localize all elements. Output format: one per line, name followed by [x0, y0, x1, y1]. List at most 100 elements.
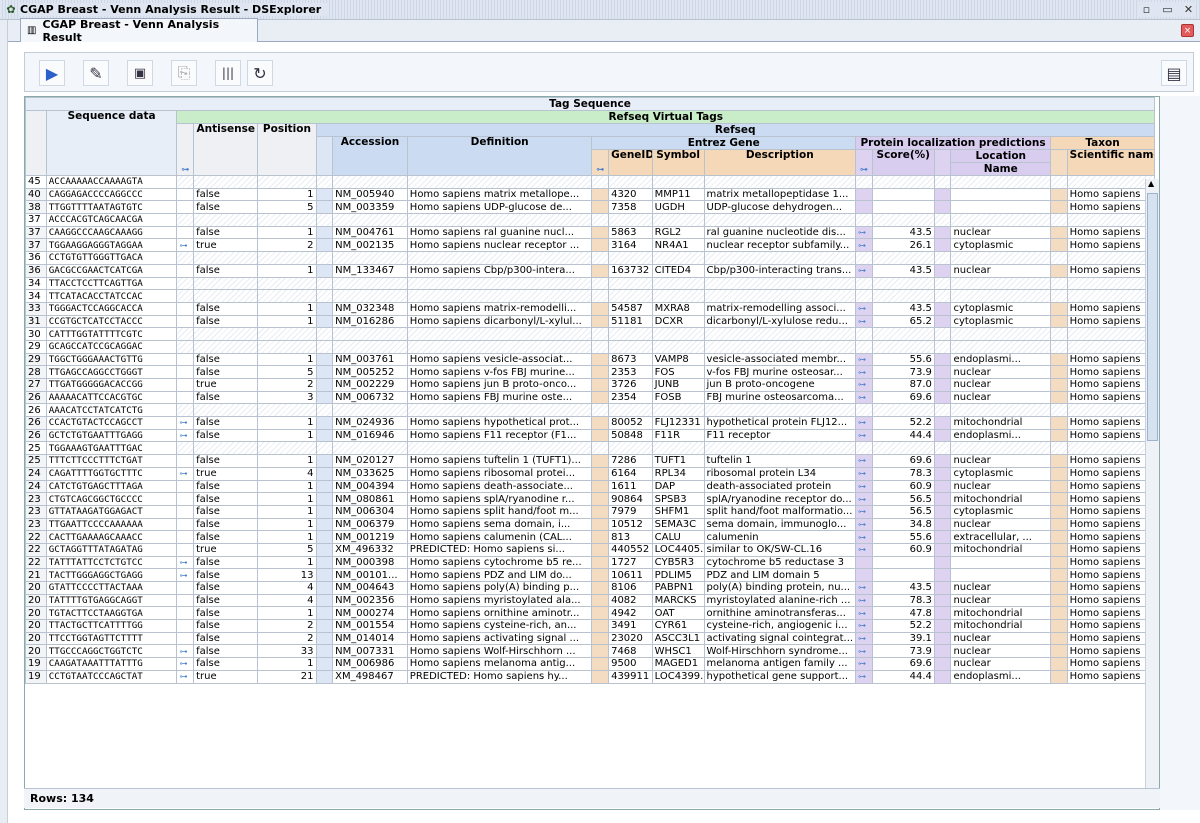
table-row[interactable]: 23 CTGTCAGCGGCTGCCCC false 1 NM_080861 Homo s…	[25, 492, 1156, 506]
table-row[interactable]: 22 TATTTATTCCTCTGTCC ⊶ false 1 NM_000398 Homo …	[25, 555, 1156, 570]
table-row[interactable]: 26 CCACTGTACTCCAGCCT ⊶ false 1 NM_024936 Homo …	[25, 416, 1156, 430]
header-taxon[interactable]: Taxon	[1050, 136, 1155, 150]
header-location-name[interactable]: Name	[950, 162, 1052, 176]
table-row[interactable]: 20 TTACTGCTTCATTTTGG false 2 NM_001554 Homo s…	[25, 619, 1156, 633]
tab-venn-analysis-result[interactable]: ▥ CGAP Breast - Venn Analysis Result	[20, 18, 258, 44]
table-row[interactable]: 37 TGGAAGGAGGGTAGGAA ⊶ true 2 NM_002135 Homo s…	[25, 238, 1156, 253]
table-row[interactable]: 37 CAAGGCCCAAGCAAAGG false 1 NM_004761 Homo s…	[25, 225, 1156, 240]
cell-accession-gutter	[315, 263, 334, 278]
table-row[interactable]: 26 AAACATCCTATCATCTG	[25, 403, 1156, 418]
table-row[interactable]: 25 TTTCTTCCCTTTCTGAT false 1 NM_020127 Homo s…	[25, 454, 1156, 468]
cell-antisense-key: ⊶	[176, 644, 195, 659]
copy-button[interactable]: ⎘	[171, 60, 197, 86]
cell-location	[950, 555, 1052, 570]
table-row[interactable]: 24 CATCTGTGAGCTTTAGA false 1 NM_004394 Homo s…	[25, 479, 1156, 494]
cell-scientific-name: Homo sapiens	[1066, 365, 1156, 379]
header-geneid[interactable]: GeneID	[608, 149, 653, 176]
copy-icon: ⎘	[177, 63, 191, 82]
save-button[interactable]: ▣	[127, 60, 153, 86]
cell-accession	[332, 251, 408, 265]
table-row[interactable]: 19 CAAGATAAATTTATTTG ⊶ false 1 NM_006986 Homo …	[25, 657, 1156, 671]
header-refseq[interactable]: Refseq	[315, 123, 1155, 137]
header-refseq-virtual-tags[interactable]: Refseq Virtual Tags	[176, 110, 1155, 124]
table-row[interactable]: 20 TATTTTGTGAGGCAGGT false 4 NM_002356 Homo s…	[25, 593, 1156, 608]
panel-button[interactable]: ▤	[1161, 60, 1187, 86]
table-row[interactable]: 20 GTATTCCCCTTACTAAA false 4 NM_004643 Homo s…	[25, 581, 1156, 595]
cell-definition	[406, 213, 593, 227]
scroll-up-icon[interactable]: ▲	[1148, 179, 1154, 188]
cell-gene-gutter	[591, 454, 610, 468]
table-row[interactable]: 25 TGGAAAGTGAATTTGAC	[25, 441, 1156, 456]
cell-sequence: CAAGATAAATTTATTTG	[45, 657, 178, 671]
table-row[interactable]: 29 GCAGCCATCCGCAGGAC	[25, 339, 1156, 354]
table-row[interactable]: 24 CAGATTTTGGTGCTTTC ⊶ true 4 NM_033625 Homo s…	[25, 466, 1156, 481]
table-row[interactable]: 20 TTCCTGGTAGTTCTTTT false 2 NM_014014 Homo s…	[25, 631, 1156, 646]
cell-geneid: 1611	[608, 479, 653, 494]
cell-geneid	[608, 276, 653, 291]
table-row[interactable]: 34 TTACCTCCTTCAGTTGA	[25, 276, 1156, 291]
edit-button[interactable]: ✎	[83, 60, 109, 86]
cell-scientific-name	[1066, 213, 1156, 227]
header-scientific-name[interactable]: Scientific name	[1066, 149, 1156, 176]
cell-description: dicarbonyl/L-xylulose redu...	[703, 314, 857, 329]
table-row[interactable]: 40 CAGGAGACCCCAGGCCC false 1 NM_005940 Homo s…	[25, 187, 1156, 202]
cell-taxon-gutter	[1050, 416, 1068, 430]
header-description[interactable]: Description	[703, 149, 857, 176]
vertical-scrollbar[interactable]: ▲ ▼	[1145, 179, 1159, 797]
table-row[interactable]: 45 ACCAAAAACCAAAAGTA	[25, 175, 1156, 189]
run-button[interactable]: ▶	[39, 60, 65, 86]
header-entrez-gene[interactable]: Entrez Gene	[591, 136, 857, 150]
cell-accession-gutter	[315, 238, 334, 253]
cell-score: 44.4	[871, 428, 935, 443]
cell-position	[257, 403, 317, 418]
close-icon[interactable]: ✕	[1181, 2, 1196, 17]
header-position[interactable]: Position	[257, 123, 317, 176]
table-row[interactable]: 36 GACGCCGAACTCATCGA false 1 NM_133467 Homo s…	[25, 263, 1156, 278]
minimize-icon[interactable]: ▫	[1139, 2, 1154, 17]
cell-accession: NM_002229	[332, 378, 408, 392]
header-definition[interactable]: Definition	[406, 136, 593, 176]
scrollbar-thumb[interactable]	[1147, 193, 1158, 441]
table-row[interactable]: 23 TTGAATTCCCCAAAAAA false 1 NM_006379 Homo s…	[25, 517, 1156, 532]
header-protein-localization[interactable]: Protein localization predictions	[855, 136, 1052, 150]
table-row[interactable]: 29 TGGCTGGGAAACTGTTG false 1 NM_003761 Homo s…	[25, 352, 1156, 367]
key-icon: ⊶	[858, 583, 867, 593]
cell-taxon-gutter	[1050, 428, 1068, 443]
cell-geneid: 7468	[608, 644, 653, 659]
refresh-button[interactable]: ↻	[247, 60, 273, 86]
table-row[interactable]: 22 GCTAGGTTTATAGATAG true 5 XM_496332 PREDICT…	[25, 542, 1156, 557]
table-row[interactable]: 38 TTGGTTTTAATAGTGTC false 5 NM_003359 Homo s…	[25, 200, 1156, 215]
cell-scientific-name	[1066, 403, 1156, 418]
header-symbol[interactable]: Symbol	[651, 149, 705, 176]
table-row[interactable]: 34 TTCATACACCTATCCAC	[25, 289, 1156, 303]
table-row[interactable]: 20 TTGCCCAGGCTGGTCTC ⊶ false 33 NM_007331 Homo…	[25, 644, 1156, 659]
barcode-button[interactable]: |||	[215, 60, 241, 86]
cell-taxon-gutter	[1050, 289, 1068, 303]
header-sequence-data[interactable]: Sequence data	[45, 110, 178, 176]
tab-close-icon[interactable]: ×	[1181, 24, 1194, 37]
maximize-icon[interactable]: ▭	[1160, 2, 1175, 17]
table-row[interactable]: 30 CATTTGGTATTTTCGTC	[25, 327, 1156, 341]
table-row[interactable]: 22 CACTTGAAAAGCAAACC false 1 NM_001219 Homo s…	[25, 530, 1156, 544]
table-row[interactable]: 27 TTGATGGGGGACACCGG true 2 NM_002229 Homo sa…	[25, 378, 1156, 392]
table-row[interactable]: 20 TGTACTTCCTAAGGTGA false 1 NM_000274 Homo s…	[25, 606, 1156, 621]
cell-taxon-gutter	[1050, 581, 1068, 595]
header-tag-sequence[interactable]: Tag Sequence	[25, 97, 1155, 111]
header-score[interactable]: Score(%)	[871, 149, 935, 176]
table-row[interactable]: 33 TGGGACTCCAGGCACCA false 1 NM_032348 Homo s…	[25, 301, 1156, 316]
table-row[interactable]: 26 GCTCTGTGAATTTGAGG ⊶ false 1 NM_016946 Homo …	[25, 428, 1156, 443]
table-row[interactable]: 31 CCGTGCTCATCCTACCC false 1 NM_016286 Homo s…	[25, 314, 1156, 329]
table-row[interactable]: 36 CCTGTGTTGGGTTGACA	[25, 251, 1156, 265]
table-row[interactable]: 26 AAAAACATTCCACGTGC false 3 NM_006732 Homo s…	[25, 390, 1156, 405]
header-location[interactable]: Location	[950, 149, 1052, 163]
table-row[interactable]: 19 CCTGTAATCCCAGCTAT ⊶ true 21 XM_498467 PREDI…	[25, 669, 1156, 684]
header-antisense[interactable]: Antisense	[193, 123, 259, 176]
table-row[interactable]: 23 GTTATAAGATGGAGACT false 1 NM_006304 Homo s…	[25, 504, 1156, 519]
table-row[interactable]: 37 ACCCACGTCAGCAACGA	[25, 213, 1156, 227]
cell-location: nuclear	[950, 593, 1052, 608]
table-row[interactable]: 28 TTGAGCCAGGCCTGGGT false 5 NM_005252 Homo s…	[25, 365, 1156, 379]
table-row[interactable]: 21 TACTTGGGAGGCTGAGG ⊶ false 13 NM_00101... Ho…	[25, 568, 1156, 582]
cell-score-key: ⊶	[855, 530, 873, 544]
cell-taxon-gutter	[1050, 390, 1068, 405]
header-accession[interactable]: Accession	[332, 136, 408, 176]
